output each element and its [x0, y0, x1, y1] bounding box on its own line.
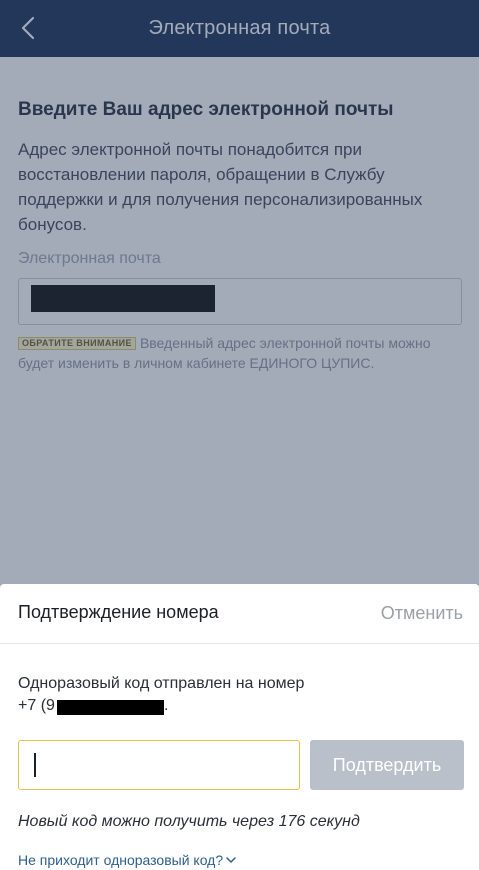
confirm-button[interactable]: Подтвердить — [310, 740, 464, 790]
phone-confirm-sheet: Подтверждение номера Отменить Одноразовы… — [0, 584, 479, 870]
sheet-header: Подтверждение номера Отменить — [0, 584, 479, 644]
no-code-link-label: Не приходит одноразовый код? — [18, 852, 224, 868]
cancel-button[interactable]: Отменить — [381, 603, 463, 624]
resend-timer-text: Новый код можно получить через 176 секун… — [18, 813, 360, 830]
text-caret — [34, 753, 36, 777]
no-code-link[interactable]: Не приходит одноразовый код? — [18, 852, 236, 868]
one-time-code-input[interactable] — [18, 740, 300, 790]
sheet-title: Подтверждение номера — [18, 602, 219, 622]
redacted-phone-number — [57, 700, 164, 715]
phone-prefix: +7 (9 — [18, 697, 55, 714]
chevron-down-icon — [226, 857, 236, 863]
phone-suffix: . — [164, 697, 169, 714]
code-sent-text: Одноразовый код отправлен на номер — [18, 675, 305, 692]
